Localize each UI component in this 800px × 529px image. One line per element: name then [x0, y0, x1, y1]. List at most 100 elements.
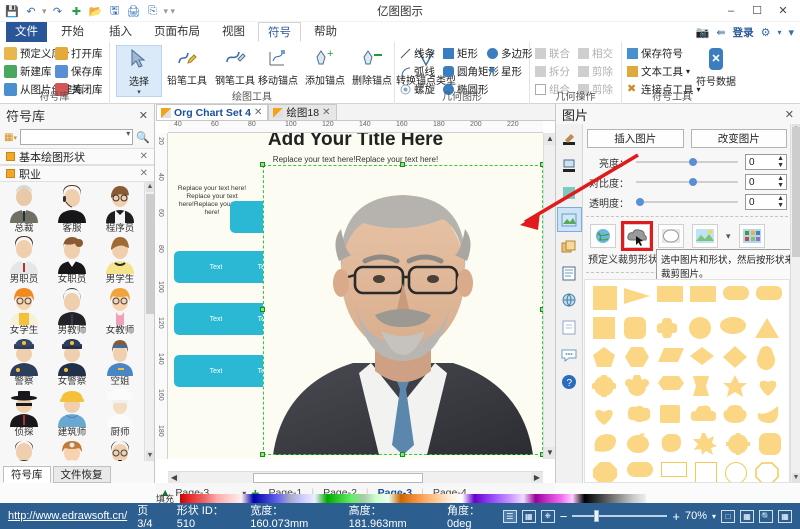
btn-save-symbol[interactable]: 保存符号	[627, 46, 701, 61]
canvas-vertical-scrollbar[interactable]: ▲ ▼	[543, 133, 555, 459]
tab-file-recovery[interactable]: 文件恢复	[53, 466, 111, 483]
symbol-item[interactable]: 厨师	[96, 389, 144, 438]
symbol-item[interactable]: 程序员	[96, 185, 144, 234]
crop-mosaic-icon[interactable]	[739, 224, 765, 248]
shape-triangle-right-icon[interactable]	[624, 286, 650, 308]
grid-icon[interactable]: ▦	[778, 510, 792, 523]
zoom-slider-knob[interactable]	[594, 510, 599, 522]
crop-globe-icon[interactable]	[590, 224, 616, 248]
btn-add-anchor[interactable]: + 添加锚点	[302, 45, 348, 87]
symbol-grid[interactable]: 总裁 客服 程序员 男职员 女职员 男学生	[0, 182, 144, 461]
signin-button[interactable]: 登录	[733, 25, 754, 40]
shape-teardrop-icon[interactable]	[756, 404, 782, 426]
chevron-collapse-icon[interactable]: ▾	[788, 26, 794, 39]
insert-image-button[interactable]: 插入图片	[587, 129, 684, 148]
spinner-arrows-icon[interactable]: ▲▼	[777, 195, 784, 209]
symbol-item[interactable]: 空姐	[96, 338, 144, 387]
page-view-icon[interactable]: ☰	[503, 510, 517, 523]
shape-rect-icon[interactable]	[657, 286, 683, 302]
screenshot-icon[interactable]: 📷	[696, 26, 710, 39]
brightness-row[interactable]: 亮度： 0▲▼	[584, 152, 790, 172]
tab-symbol-library[interactable]: 符号库	[3, 466, 51, 483]
shape-hexagon-icon[interactable]	[625, 346, 651, 368]
gear-icon[interactable]: ⚙	[761, 26, 771, 39]
transparency-slider[interactable]	[636, 201, 738, 203]
transparency-value[interactable]: 0▲▼	[745, 194, 787, 210]
shape-outline-circle-icon[interactable]	[725, 462, 747, 483]
zoom-slider[interactable]	[572, 515, 667, 517]
symbol-item[interactable]: 总裁	[0, 185, 48, 234]
contrast-row[interactable]: 对比度： 0▲▼	[584, 172, 790, 192]
zoom-out-button[interactable]: −	[560, 509, 568, 524]
resize-handle-nw[interactable]	[260, 162, 265, 167]
shape-octagon-icon[interactable]	[593, 462, 619, 483]
shape-parallelogram-icon[interactable]	[658, 346, 684, 368]
gear-dropdown-icon[interactable]: ▾	[777, 28, 781, 37]
symbol-item[interactable]: 男教师	[48, 287, 96, 336]
shape-roundsquare2-icon[interactable]	[759, 433, 781, 455]
multi-page-icon[interactable]: ▦	[740, 510, 754, 523]
crop-tools-row[interactable]: ▾	[584, 221, 790, 251]
resize-handle-sw[interactable]	[260, 452, 265, 457]
library-scroll-thumb[interactable]	[146, 194, 154, 314]
resize-handle-s[interactable]	[400, 452, 405, 457]
library-category-occupation[interactable]: 职业 ✕	[0, 165, 154, 182]
doc-tab-drawing-18[interactable]: 绘图18 ✕	[268, 104, 336, 120]
shape-blob-icon[interactable]	[625, 404, 651, 426]
ribbon-tab-help[interactable]: 帮助	[305, 22, 346, 42]
ribbon-right-actions[interactable]: 📷 ⇚ 登录 ⚙ ▾ ▾	[696, 22, 794, 42]
crop-cloud-icon[interactable]	[624, 224, 650, 248]
ribbon-tab-insert[interactable]: 插入	[100, 22, 141, 42]
search-icon[interactable]: 🔍	[136, 131, 150, 144]
chart-title[interactable]: Add Your Title Here	[268, 133, 443, 151]
shape-polygon-icon[interactable]	[659, 433, 685, 455]
library-dropdown-icon[interactable]: ▦▾	[4, 132, 17, 143]
canvas-horizontal-scrollbar[interactable]: ◀ ▶	[168, 471, 543, 483]
ribbon-tab-file[interactable]: 文件	[6, 22, 47, 42]
window-buttons[interactable]: – ☐ ✕	[718, 1, 796, 20]
shape-diamond2-icon[interactable]	[723, 346, 749, 368]
btn-geom-polygon[interactable]: 多边形	[487, 46, 533, 61]
spinner-arrows-icon[interactable]: ▲▼	[777, 175, 784, 189]
shape-roundrect-icon[interactable]	[756, 286, 782, 300]
shape-stadium-icon[interactable]	[627, 462, 653, 477]
contrast-value[interactable]: 0▲▼	[745, 174, 787, 190]
transparency-knob[interactable]	[636, 198, 644, 206]
maximize-button[interactable]: ☐	[744, 1, 770, 20]
library-search-row[interactable]: ▦▾ 🔍	[0, 126, 154, 148]
close-icon[interactable]: ✕	[140, 168, 148, 179]
shape-roundsquare-icon[interactable]	[624, 317, 646, 339]
resize-handle-w[interactable]	[260, 307, 265, 312]
resize-handle-n[interactable]	[400, 162, 405, 167]
brightness-slider[interactable]	[636, 161, 738, 163]
shape-gear-icon[interactable]	[726, 433, 752, 455]
symbol-item[interactable]: 女教师	[96, 287, 144, 336]
btn-text-tool[interactable]: 文本工具▾	[627, 64, 701, 79]
doc-tab-org-chart-set-4[interactable]: Org Chart Set 4 ✕	[156, 104, 268, 120]
image-panel-scrollbar[interactable]: ▲ ▼	[790, 124, 800, 483]
symbol-item[interactable]: 女学生	[0, 287, 48, 336]
brightness-value[interactable]: 0▲▼	[745, 154, 787, 170]
close-icon[interactable]: ✕	[140, 151, 148, 162]
library-category-basic-shapes[interactable]: 基本绘图形状 ✕	[0, 148, 154, 165]
help-icon[interactable]: ?	[557, 369, 582, 394]
change-image-button[interactable]: 改变图片	[691, 129, 788, 148]
layer-icon[interactable]	[557, 234, 582, 259]
shape-triangle-icon[interactable]	[755, 317, 781, 339]
shape-outline-octagon-icon[interactable]	[755, 462, 781, 483]
ribbon-tab-strip[interactable]: 文件 开始 插入 页面布局 视图 符号 帮助	[0, 22, 800, 42]
document-icon[interactable]	[557, 261, 582, 286]
shape-heart2-icon[interactable]	[592, 404, 618, 426]
shape-hex-flat-icon[interactable]	[658, 375, 684, 397]
btn-symbol-data[interactable]: 符号数据	[696, 46, 736, 88]
shape-rect2-icon[interactable]	[690, 286, 716, 302]
symbol-item[interactable]: 建筑师	[48, 389, 96, 438]
document-tab-strip[interactable]: Org Chart Set 4 ✕ 绘图18 ✕	[156, 104, 555, 121]
image-panel-scroll-thumb[interactable]	[792, 127, 800, 257]
website-link[interactable]: http://www.edrawsoft.cn/	[8, 510, 127, 522]
contrast-knob[interactable]	[689, 178, 697, 186]
btn-geom-star[interactable]: ★ 星形	[487, 64, 533, 79]
ribbon-tab-view[interactable]: 视图	[213, 22, 254, 42]
picture-icon[interactable]	[557, 207, 582, 232]
share-icon[interactable]: ⇚	[716, 26, 725, 39]
